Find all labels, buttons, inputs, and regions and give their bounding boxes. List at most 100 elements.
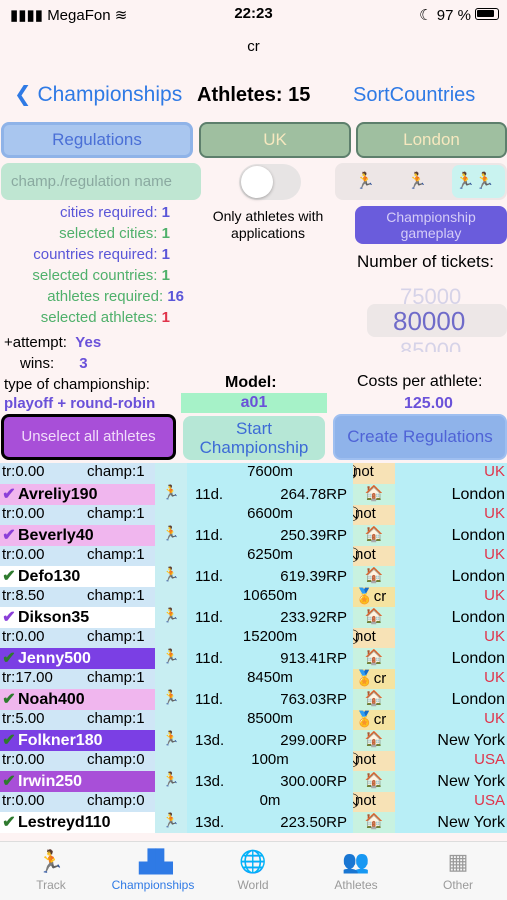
athlete-days: 11d. xyxy=(187,648,237,669)
athlete-tr: tr:17.00 xyxy=(2,669,53,686)
selected-check-icon[interactable]: ✔ xyxy=(0,525,18,546)
back-button[interactable]: ❮ Championships xyxy=(14,82,182,107)
selected-check-icon[interactable]: ✔ xyxy=(0,812,18,833)
athlete-row[interactable]: ✔ Folkner180 🏃 13d. 299.00RP 🏠 New York tr:0.00… xyxy=(0,730,507,771)
medal-icon: 🏅 xyxy=(355,711,374,728)
athlete-row[interactable]: ✔ Defo130 🏃 11d. 619.39RP 🏠 London tr:8.50 champ… xyxy=(0,566,507,607)
model-label: Model: xyxy=(225,374,277,391)
athlete-name: Lestreyd110 xyxy=(18,814,111,831)
athlete-rp: 619.39RP xyxy=(237,566,353,587)
tab-championships[interactable]: ▟▙ Championships xyxy=(103,842,203,892)
athlete-days: 13d. xyxy=(187,730,237,751)
sort-countries-button[interactable]: SortCountries xyxy=(353,84,475,107)
selected-check-icon[interactable]: ✔ xyxy=(0,689,18,710)
athlete-status: not xyxy=(355,505,376,522)
regulations-button[interactable]: Regulations xyxy=(1,122,193,158)
start-championship-button[interactable]: Start Championship xyxy=(183,416,325,460)
house-icon: 🏠 xyxy=(353,648,395,669)
runner-icon: 🏃 xyxy=(155,648,187,669)
tab-world[interactable]: 🌐 World xyxy=(203,842,303,892)
selected-check-icon[interactable]: ✔ xyxy=(0,730,18,751)
runner-icon[interactable]: 🏃 xyxy=(407,171,427,191)
applications-toggle[interactable] xyxy=(239,164,301,200)
athlete-name: Noah400 xyxy=(18,691,85,708)
athlete-tr: tr:0.00 xyxy=(2,628,45,645)
athlete-status: cr xyxy=(373,670,387,687)
medal-icon: 🏅 xyxy=(355,588,374,605)
tickets-label: Number of tickets: xyxy=(357,252,494,271)
search-input[interactable]: champ./regulation name xyxy=(1,163,201,200)
country-filter-button[interactable]: UK xyxy=(199,122,351,158)
runner-icon: 🏃 xyxy=(155,484,187,505)
athlete-distance: 8500m xyxy=(187,710,353,730)
single-runner-icon[interactable]: 🏃 xyxy=(355,171,375,191)
athlete-name: Defo130 xyxy=(18,568,81,585)
two-runners-icon[interactable]: 🏃🏃 xyxy=(455,171,495,191)
athlete-row[interactable]: ✔ Irwin250 🏃 13d. 300.00RP 🏠 New York tr:0.00 ch… xyxy=(0,771,507,812)
athlete-row[interactable]: ✔ Beverly40 🏃 11d. 250.39RP 🏠 London tr:0.00 cha… xyxy=(0,525,507,566)
tab-athletes[interactable]: 👥 Athletes xyxy=(306,842,406,892)
attempt-row: +attempt: Yes xyxy=(4,334,102,351)
tab-other[interactable]: ▦ Other xyxy=(408,842,507,892)
athlete-name: Beverly40 xyxy=(18,527,94,544)
athlete-tr: tr:0.00 xyxy=(2,505,45,522)
unselect-all-button[interactable]: Unselect all athletes xyxy=(1,414,176,460)
mode-segmented-control[interactable]: 🏃 🏃 🏃🏃 xyxy=(335,163,507,200)
athlete-row[interactable]: ✔ Dikson35 🏃 11d. 233.92RP 🏠 London tr:0.00 cham… xyxy=(0,607,507,648)
athlete-champ: champ:1 xyxy=(87,669,145,686)
globe-icon: 🌐 xyxy=(239,849,267,874)
selected-check-icon[interactable]: ✔ xyxy=(0,648,18,669)
athlete-rp: 300.00RP xyxy=(237,771,353,792)
championship-gameplay-button[interactable]: Championship gameplay xyxy=(355,206,507,244)
city-filter-button[interactable]: London xyxy=(356,122,507,158)
house-icon: 🏠 xyxy=(353,812,395,833)
athlete-rp: 223.50RP xyxy=(237,812,353,833)
house-icon: 🏠 xyxy=(353,771,395,792)
runner-icon: 🏃 xyxy=(155,607,187,628)
selected-check-icon[interactable]: ✔ xyxy=(0,771,18,792)
athlete-champ: champ:1 xyxy=(87,505,145,522)
athlete-champ: champ:0 xyxy=(87,751,145,768)
athlete-days: 13d. xyxy=(187,812,237,833)
athlete-distance: 8450m xyxy=(187,669,353,689)
model-value[interactable]: a01 xyxy=(181,393,327,413)
athlete-status: not xyxy=(355,792,376,809)
house-icon: 🏠 xyxy=(353,525,395,546)
grid-icon: ▦ xyxy=(447,849,469,874)
athlete-row[interactable]: ✔ Noah400 🏃 11d. 763.03RP 🏠 London tr:5.00 champ… xyxy=(0,689,507,730)
athlete-tr: tr:0.00 xyxy=(2,792,45,809)
athlete-status: not xyxy=(355,751,376,768)
athlete-country: UK xyxy=(395,505,507,525)
selected-check-icon[interactable]: ✔ xyxy=(0,484,18,505)
athlete-status: not xyxy=(355,628,376,645)
athlete-tr: tr:0.00 xyxy=(2,751,45,768)
athlete-city: New York xyxy=(395,812,507,833)
stat-selected-athletes: selected athletes: 1 xyxy=(40,309,170,326)
athlete-list[interactable]: tr:0.00champ:1 7600m ⃠not UK ✔Avreliy190… xyxy=(0,463,507,841)
tab-track[interactable]: 🏃 Track xyxy=(1,842,101,892)
house-icon: 🏠 xyxy=(353,566,395,587)
athlete-distance: 15200m xyxy=(187,628,353,648)
athlete-status: cr xyxy=(373,711,387,728)
selected-check-icon[interactable]: ✔ xyxy=(0,566,18,587)
athlete-rp: 913.41RP xyxy=(237,648,353,669)
podium-icon: ▟▙ xyxy=(139,849,173,874)
athlete-row[interactable]: ✔ Avreliy190 🏃 11d. 264.78RP 🏠 London tr:0.00 ch… xyxy=(0,484,507,525)
selected-check-icon[interactable]: ✔ xyxy=(0,607,18,628)
battery-icon xyxy=(475,8,499,20)
tickets-picker-value[interactable]: 80000 xyxy=(393,306,465,337)
athlete-row[interactable]: ✔ Lestreyd110 🏃 13d. 223.50RP 🏠 New York xyxy=(0,812,507,841)
athlete-name: Folkner180 xyxy=(18,732,103,749)
championship-type-label: type of championship: xyxy=(4,376,150,393)
page-title: Athletes: 15 xyxy=(197,84,311,106)
athlete-distance: 100m xyxy=(187,751,353,771)
athlete-rp: 264.78RP xyxy=(237,484,353,505)
athlete-city: London xyxy=(395,566,507,587)
athlete-row[interactable]: ✔ Jenny500 🏃 11d. 913.41RP 🏠 London tr:17.00 cha… xyxy=(0,648,507,689)
championship-code: cr xyxy=(247,38,260,55)
athlete-name: Irwin250 xyxy=(18,773,83,790)
runner-icon: 🏃 xyxy=(155,689,187,710)
athlete-days: 11d. xyxy=(187,689,237,710)
create-regulations-button[interactable]: Create Regulations xyxy=(333,414,507,460)
runner-icon: 🏃 xyxy=(155,525,187,546)
